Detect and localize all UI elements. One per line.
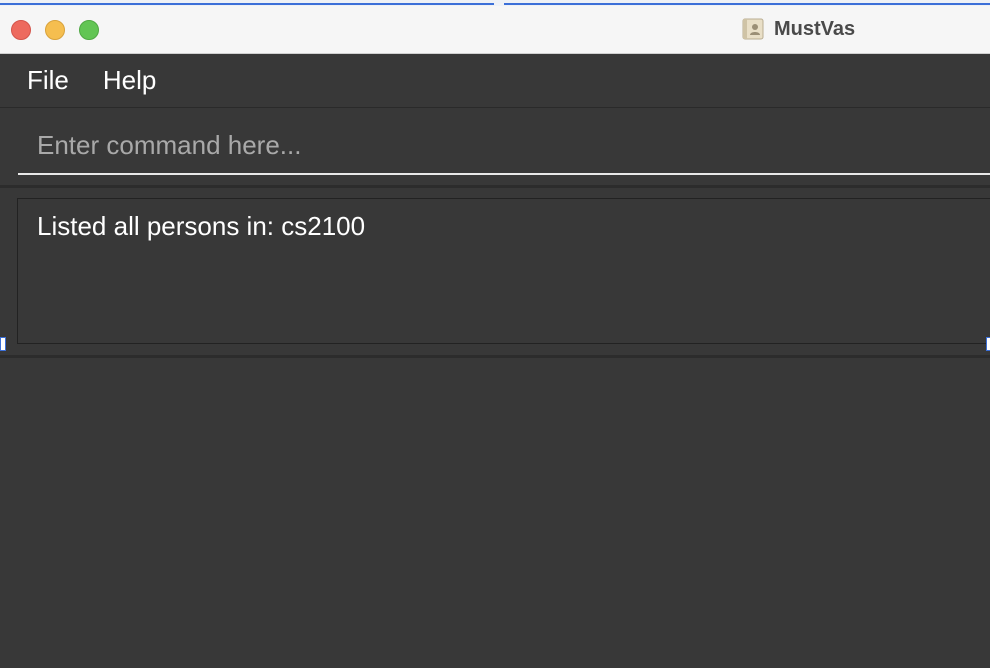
selection-line-left <box>0 3 494 5</box>
menu-help[interactable]: Help <box>103 65 156 96</box>
app-screen: MustVas File Help Listed all persons in:… <box>0 0 990 668</box>
title-bar[interactable]: MustVas <box>0 6 990 54</box>
selection-line-right <box>504 3 990 5</box>
window-title: MustVas <box>774 17 856 40</box>
address-book-icon <box>742 18 764 40</box>
minimize-window-button[interactable] <box>45 20 65 40</box>
result-message: Listed all persons in: cs2100 <box>37 211 366 241</box>
close-window-button[interactable] <box>11 20 31 40</box>
command-box-container <box>0 108 990 188</box>
maximize-window-button[interactable] <box>79 20 99 40</box>
resize-handle-right[interactable] <box>986 337 990 351</box>
menu-bar: File Help <box>0 54 990 108</box>
command-input[interactable] <box>18 118 990 175</box>
result-display-container: Listed all persons in: cs2100 <box>0 188 990 358</box>
window-title-group: MustVas <box>742 17 855 41</box>
result-display[interactable]: Listed all persons in: cs2100 <box>17 198 990 344</box>
menu-file[interactable]: File <box>27 65 69 96</box>
person-list-panel <box>0 358 990 668</box>
resize-handle-left[interactable] <box>0 337 6 351</box>
